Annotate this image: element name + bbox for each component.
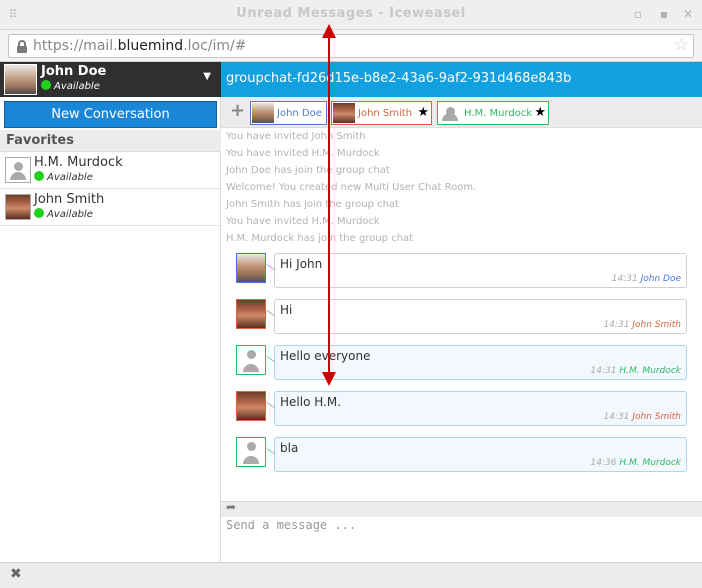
online-status-icon [34,171,44,181]
message-composer: ➦ Send a message ... [221,500,702,562]
participant-name: John Doe [277,108,322,119]
contact-avatar [5,157,31,183]
contact-item[interactable]: John Smith Available [0,189,221,226]
close-icon[interactable]: ✖ [10,566,22,582]
annotation-arrow-icon [322,24,336,386]
message-meta: 14:31 John Smith [603,320,681,330]
participant-tag[interactable]: H.M. Murdock ★ [437,101,549,125]
message-text: Hi [280,303,293,317]
moderator-star-icon: ★ [417,105,429,120]
user-status[interactable]: Available [41,80,100,92]
system-message: You have invited H.M. Murdock [226,216,380,227]
system-message: John Smith has join the group chat [226,199,399,210]
url-text[interactable]: https://mail.bluemind.loc/im/# [33,38,247,54]
user-name: John Doe [41,64,107,79]
contact-item[interactable]: H.M. Murdock Available [0,152,221,189]
contact-name: H.M. Murdock [34,155,123,170]
message-meta: 14:31 H.M. Murdock [590,366,681,376]
system-message: You have invited John Smith [226,131,366,142]
message-input[interactable]: Send a message ... [226,518,356,532]
send-arrow-icon[interactable]: ➦ [226,500,236,514]
message-avatar [236,345,266,375]
url-bar[interactable]: https://mail.bluemind.loc/im/# ☆ [8,34,694,58]
message-text: bla [280,441,299,455]
current-user-bar[interactable]: John Doe Available ▼ [0,62,221,97]
contact-avatar [5,194,31,220]
message-avatar [236,391,266,421]
moderator-star-icon: ★ [534,105,546,120]
add-participant-button[interactable]: + [230,100,245,121]
participant-tag[interactable]: John Doe [250,101,327,125]
browser-navbar: https://mail.bluemind.loc/im/# ☆ [0,30,702,62]
chevron-down-icon[interactable]: ▼ [203,71,211,82]
message-avatar [236,437,266,467]
chat-message: bla 14:36 H.M. Murdock [274,437,687,472]
system-message: You have invited H.M. Murdock [226,148,380,159]
system-message: John Doe has join the group chat [226,165,390,176]
window-titlebar: ⠿ Unread Messages - Iceweasel ▫ ▪ ✕ [0,0,702,30]
close-icon[interactable]: ✕ [680,6,696,22]
message-meta: 14:31 John Doe [611,274,681,284]
online-status-icon [34,208,44,218]
user-avatar [4,64,37,95]
contact-status: Available [34,171,93,183]
lock-icon [17,40,27,53]
participant-tag[interactable]: John Smith ★ [331,101,432,125]
bookmark-star-icon[interactable]: ☆ [674,35,689,55]
system-message: Welcome! You created new Multi User Chat… [226,182,477,193]
minimize-icon[interactable]: ▫ [630,6,646,22]
online-status-icon [41,80,51,90]
participant-avatar [252,103,274,123]
chat-message: Hello H.M. 14:31 John Smith [274,391,687,426]
message-text: Hello H.M. [280,395,342,409]
message-text: Hi John [280,257,323,271]
sidebar: John Doe Available ▼ New Conversation Fa… [0,62,221,562]
statusbar: ✖ [0,562,702,588]
message-meta: 14:31 John Smith [603,412,681,422]
participant-avatar [439,103,461,123]
contact-status: Available [34,208,93,220]
participant-name: H.M. Murdock [464,108,533,119]
maximize-icon[interactable]: ▪ [656,6,672,22]
message-avatar [236,253,266,283]
favorites-heading: Favorites [0,130,221,152]
room-title: groupchat-fd26d15e-b8e2-43a6-9af2-931d46… [221,62,702,97]
window-title: Unread Messages - Iceweasel [236,6,466,21]
participants-bar: + John Doe John Smith ★ H.M. Murdock ★ [221,97,702,128]
contact-name: John Smith [34,192,105,207]
composer-toolbar: ➦ [221,500,702,517]
message-meta: 14:36 H.M. Murdock [590,458,681,468]
participant-name: John Smith [358,108,413,119]
new-conversation-button[interactable]: New Conversation [4,101,217,128]
message-avatar [236,299,266,329]
